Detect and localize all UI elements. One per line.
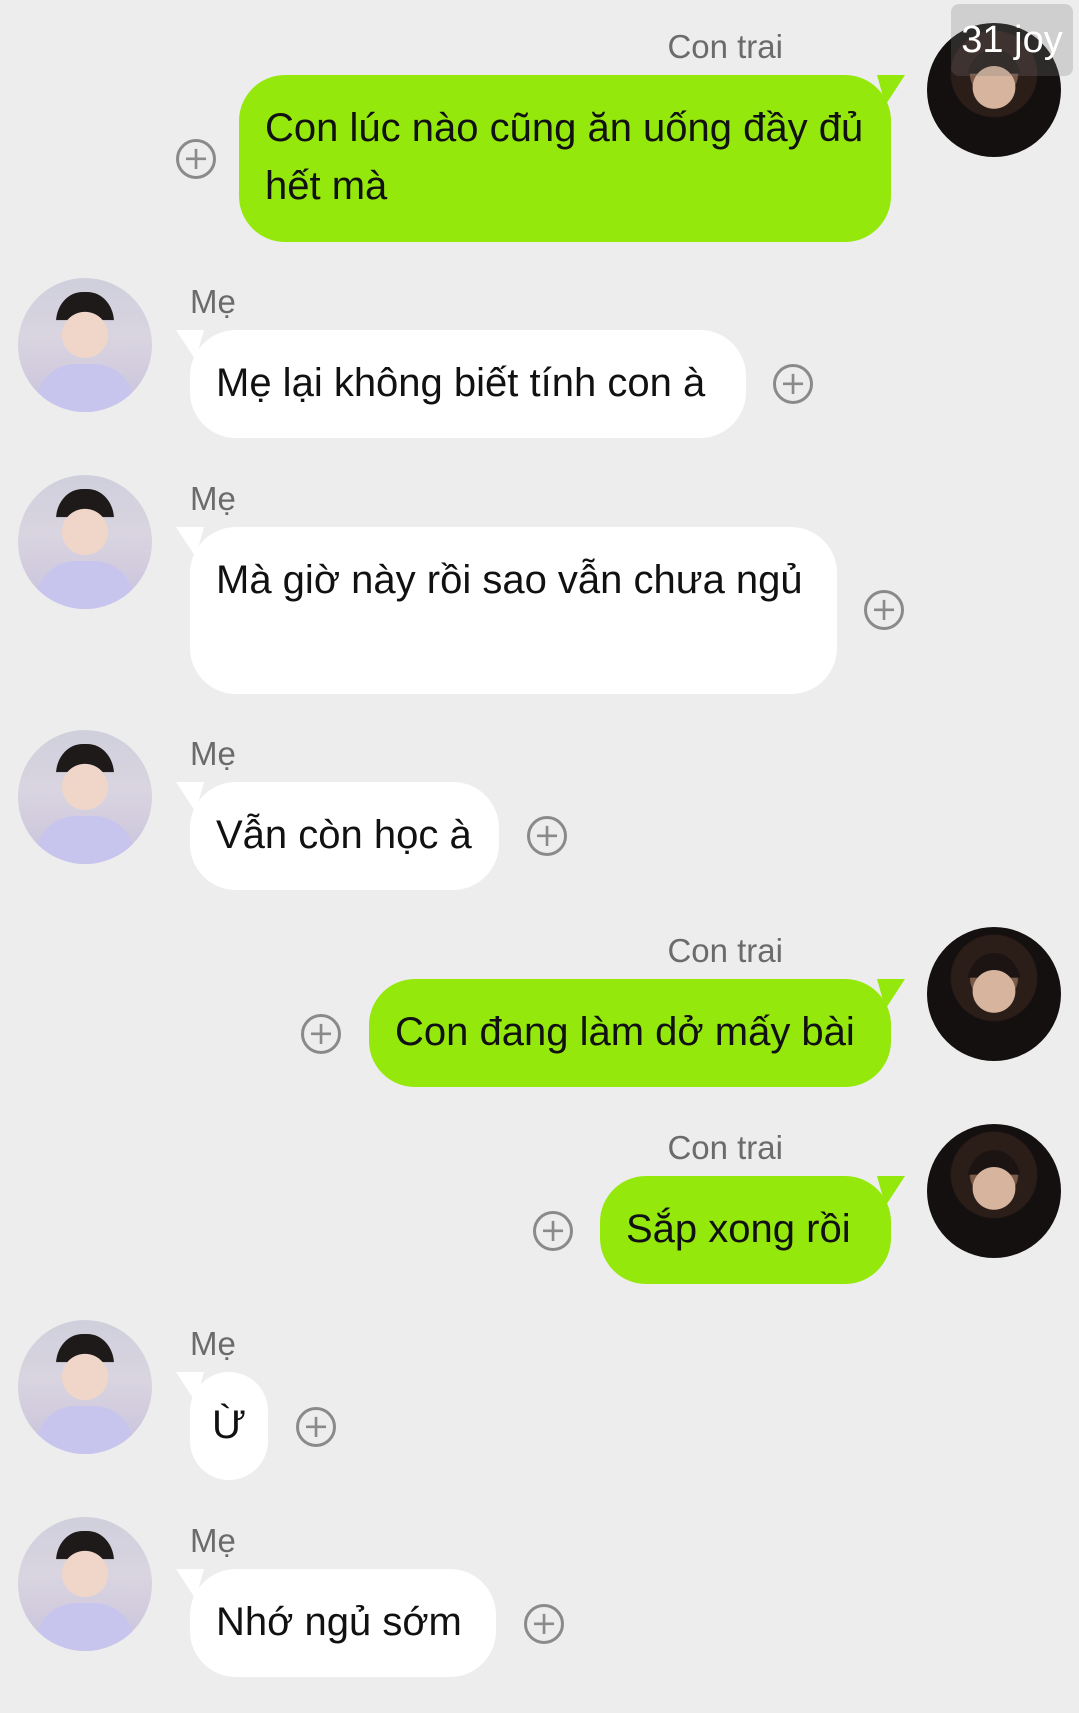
avatar[interactable] [18, 1517, 152, 1651]
plus-circle-icon[interactable]: + [301, 1014, 341, 1054]
sender-name: Mẹ [190, 480, 236, 517]
watermark: 31 joy [951, 4, 1073, 76]
message-bubble[interactable]: Mà giờ này rồi sao vẫn chưa ngủ [190, 527, 837, 694]
message-bubble[interactable]: Con lúc nào cũng ăn uống đầy đủ hết mà [239, 75, 891, 242]
sender-name: Mẹ [190, 1522, 236, 1559]
plus-circle-icon[interactable]: + [524, 1604, 564, 1644]
sender-name: Con trai [667, 932, 783, 969]
sender-name: Mẹ [190, 283, 236, 320]
plus-circle-icon[interactable]: + [296, 1407, 336, 1447]
sender-name: Mẹ [190, 1325, 236, 1362]
avatar[interactable] [18, 730, 152, 864]
message-bubble[interactable]: Ừ [190, 1372, 268, 1480]
avatar[interactable] [18, 475, 152, 609]
message-bubble[interactable]: Mẹ lại không biết tính con à [190, 330, 746, 438]
sender-name: Con trai [667, 1129, 783, 1166]
plus-circle-icon[interactable]: + [176, 139, 216, 179]
plus-circle-icon[interactable]: + [773, 364, 813, 404]
avatar[interactable] [18, 278, 152, 412]
avatar[interactable] [927, 927, 1061, 1061]
avatar[interactable] [18, 1320, 152, 1454]
plus-circle-icon[interactable]: + [527, 816, 567, 856]
sender-name: Mẹ [190, 735, 236, 772]
message-bubble[interactable]: Con đang làm dở mấy bài [369, 979, 891, 1087]
plus-circle-icon[interactable]: + [533, 1211, 573, 1251]
message-bubble[interactable]: Nhớ ngủ sớm [190, 1569, 496, 1677]
message-bubble[interactable]: Vẫn còn học à [190, 782, 499, 890]
message-bubble[interactable]: Sắp xong rồi [600, 1176, 891, 1284]
sender-name: Con trai [667, 28, 783, 65]
avatar[interactable] [927, 1124, 1061, 1258]
plus-circle-icon[interactable]: + [864, 590, 904, 630]
